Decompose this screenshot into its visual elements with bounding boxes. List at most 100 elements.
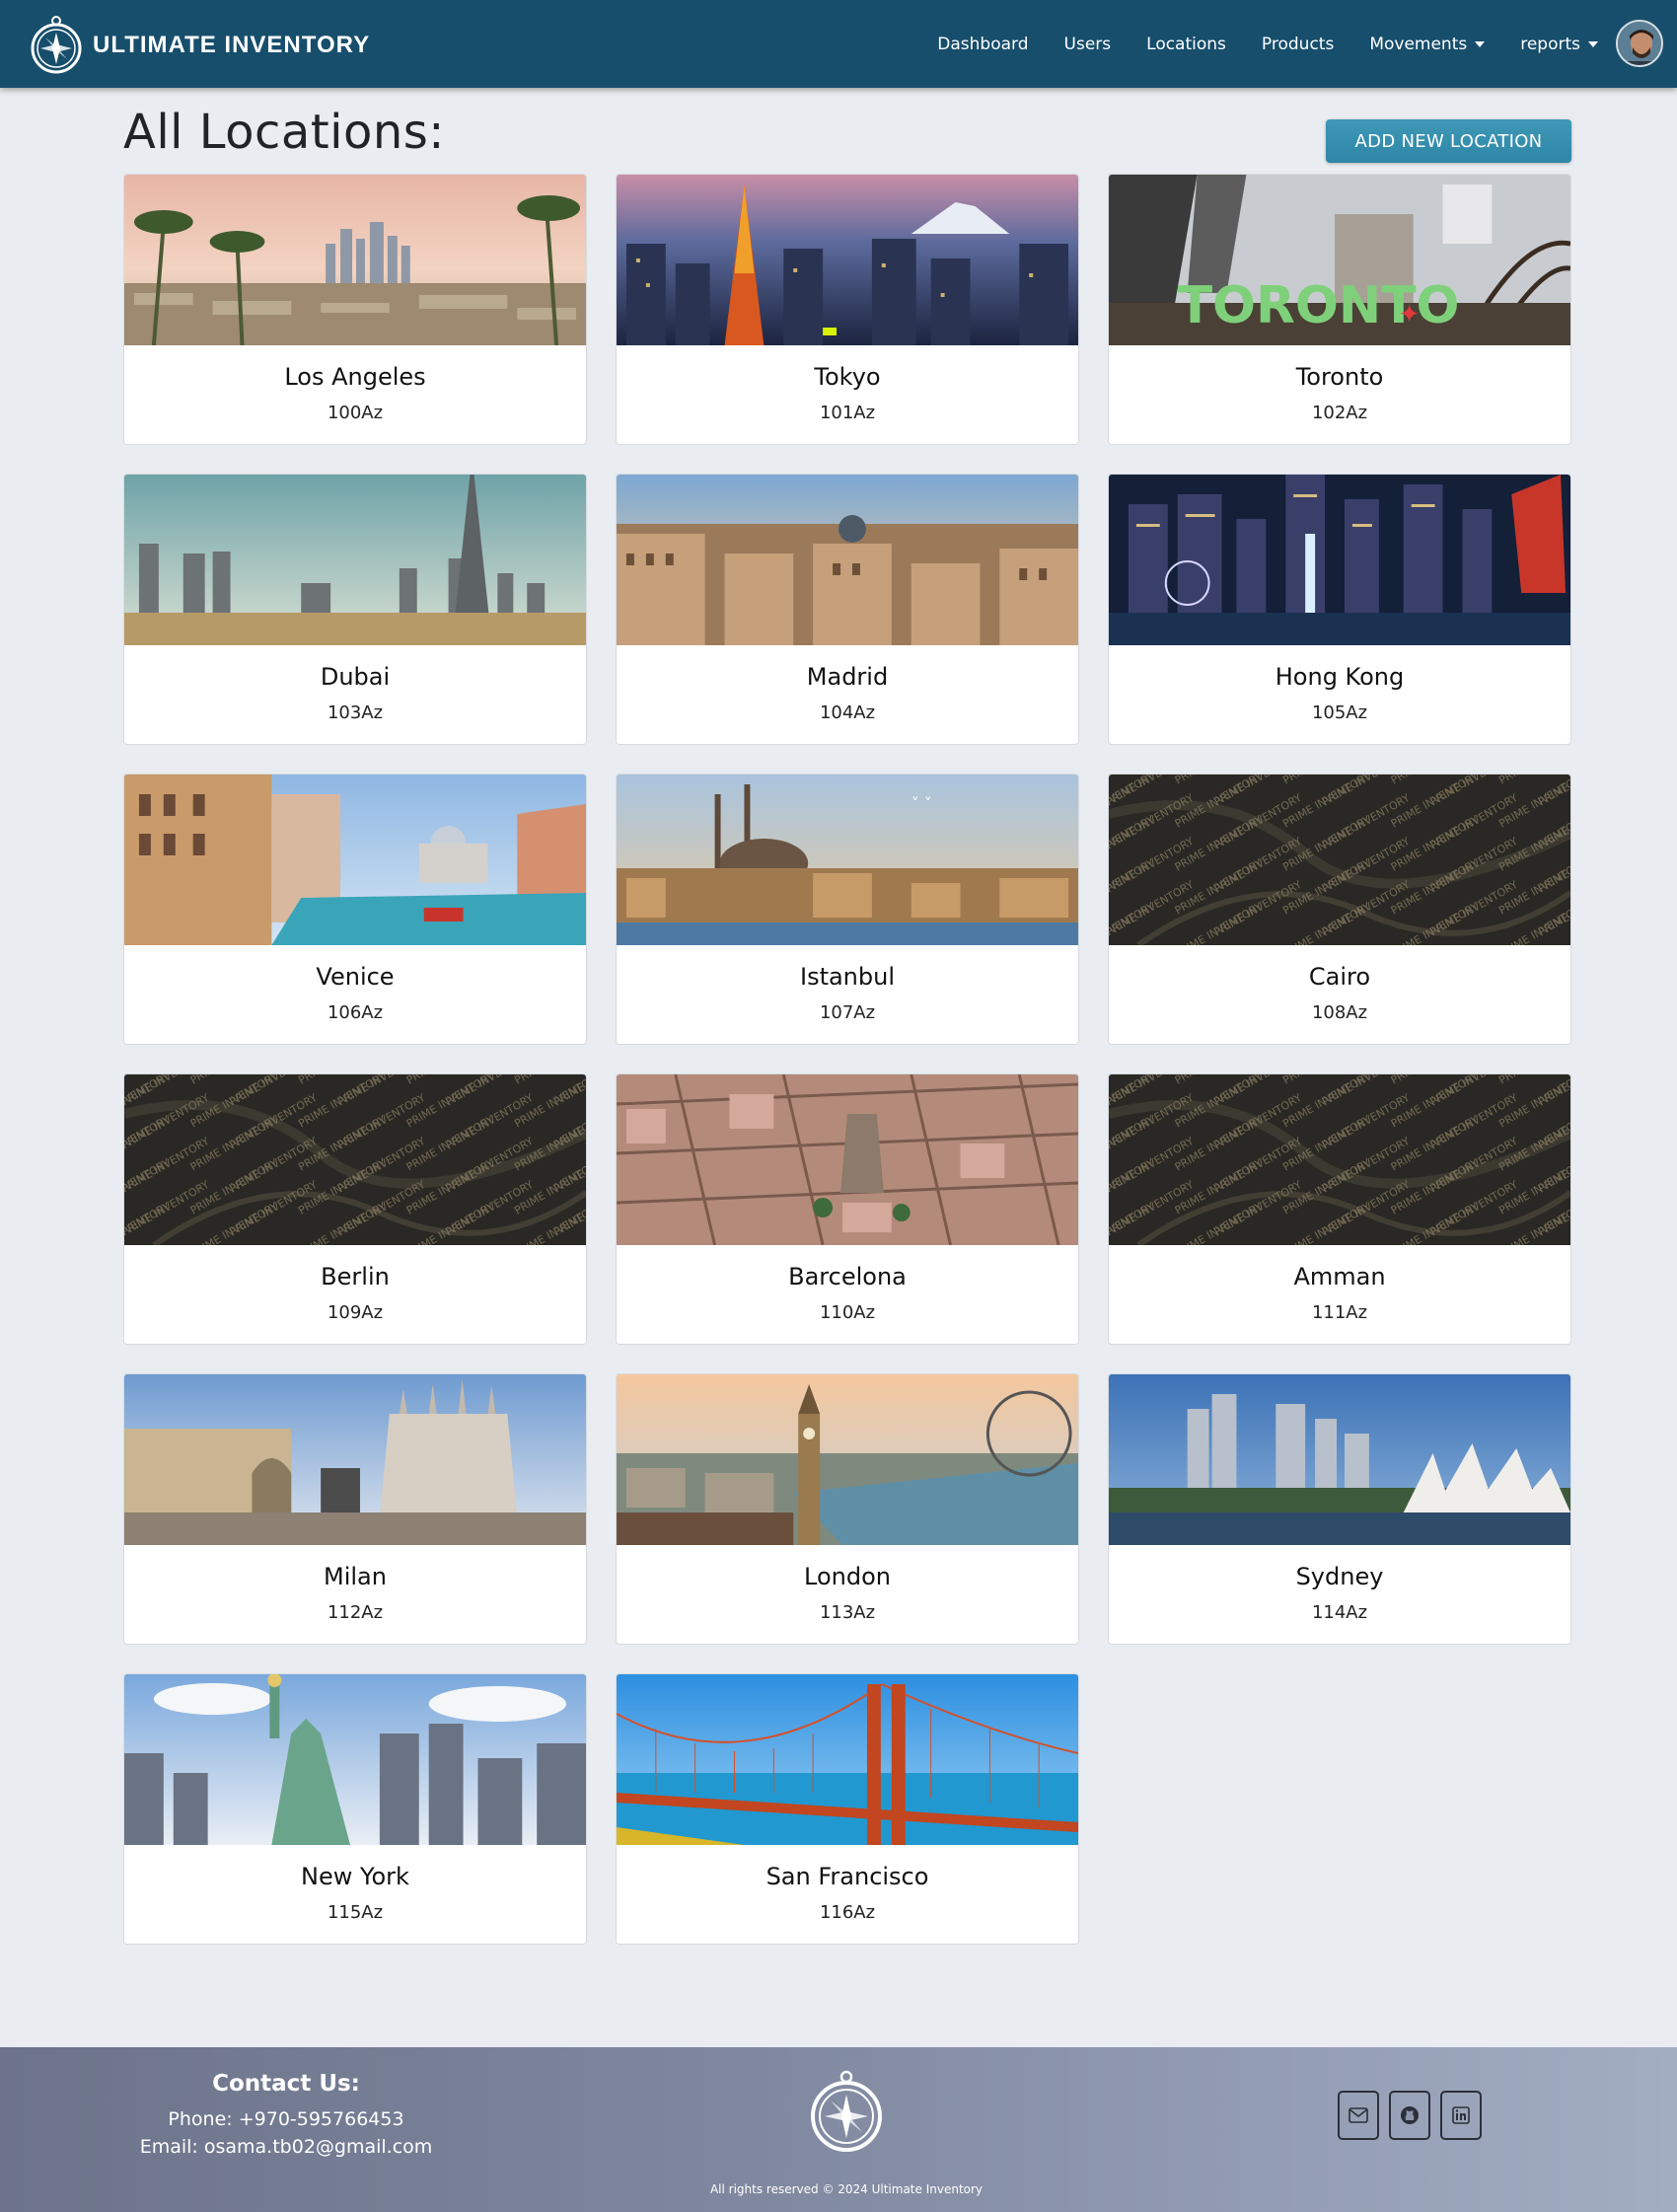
location-image — [617, 175, 1078, 345]
avatar-photo-icon — [1618, 22, 1661, 65]
nav-movements-dropdown[interactable]: Movements — [1369, 34, 1486, 54]
venice-canal-image — [124, 774, 586, 945]
location-card[interactable]: Madrid 104Az — [616, 474, 1079, 745]
statue-of-liberty-image — [124, 1674, 586, 1845]
location-card[interactable]: PRIME INVENTORYPRIME INVENTORYPRIME INVE… — [1108, 1073, 1571, 1345]
placeholder-pattern-image: PRIME INVENTORYPRIME INVENTORYPRIME INVE… — [1109, 774, 1570, 945]
location-name: Venice — [316, 963, 395, 991]
nav-dashboard-label: Dashboard — [937, 34, 1029, 54]
location-name: Hong Kong — [1275, 663, 1405, 691]
sydney-opera-house-image — [1109, 1374, 1570, 1545]
location-image: PRIME INVENTORYPRIME INVENTORYPRIME INVE… — [1109, 774, 1570, 945]
location-code: 115Az — [327, 1902, 384, 1923]
nav-reports-dropdown[interactable]: reports — [1520, 35, 1598, 54]
location-name: New York — [301, 1863, 409, 1890]
nav-products[interactable]: Products — [1262, 35, 1334, 54]
nav-movements-label: Movements — [1369, 34, 1468, 54]
location-card[interactable]: Tokyo 101Az — [616, 174, 1079, 445]
nav-users-label: Users — [1063, 34, 1112, 54]
location-name: London — [804, 1563, 891, 1590]
location-code: 104Az — [819, 702, 876, 723]
location-card[interactable]: Hong Kong 105Az — [1108, 474, 1571, 745]
linkedin-link-button[interactable] — [1440, 2091, 1482, 2140]
location-name: Berlin — [321, 1263, 390, 1290]
caret-down-icon — [1588, 40, 1598, 47]
london-big-ben-image — [617, 1374, 1078, 1545]
location-card[interactable]: Barcelona 110Az — [616, 1073, 1079, 1345]
add-new-location-button[interactable]: ADD NEW LOCATION — [1326, 119, 1571, 163]
dubai-skyline-image — [124, 475, 586, 645]
location-card[interactable]: TORONTO ✦ Toronto 102Az — [1108, 174, 1571, 445]
location-card[interactable]: London 113Az — [616, 1373, 1079, 1645]
compass-logo-icon — [31, 16, 82, 74]
top-navbar: ULTIMATE INVENTORY Dashboard Users Locat… — [0, 0, 1677, 88]
location-card[interactable]: ˅ ˅ Istanbul 107Az — [616, 774, 1079, 1045]
social-links — [1338, 2091, 1492, 2140]
location-code: 100Az — [327, 403, 384, 423]
location-card[interactable]: Venice 106Az — [123, 774, 587, 1045]
github-icon — [1401, 2106, 1419, 2124]
location-name: Toronto — [1295, 363, 1384, 391]
toronto-sign-image: TORONTO ✦ — [1109, 175, 1570, 345]
location-image — [124, 774, 586, 945]
contact-phone: Phone: +970-595766453 — [168, 2108, 404, 2130]
location-image — [617, 1374, 1078, 1545]
location-code: 108Az — [1311, 1002, 1368, 1023]
location-code: 109Az — [327, 1302, 384, 1323]
location-card[interactable]: Los Angeles 100Az — [123, 174, 587, 445]
placeholder-pattern-image: PRIME INVENTORYPRIME INVENTORYPRIME INVE… — [124, 1074, 586, 1245]
user-avatar[interactable] — [1616, 20, 1663, 67]
location-code: 110Az — [819, 1302, 876, 1323]
location-image — [124, 1674, 586, 1845]
location-image — [1109, 1374, 1570, 1545]
copyright-text: All rights reserved © 2024 Ultimate Inve… — [709, 2182, 984, 2196]
linkedin-icon — [1452, 2106, 1470, 2124]
location-name: Dubai — [320, 663, 391, 691]
github-link-button[interactable] — [1389, 2091, 1430, 2140]
location-name: Cairo — [1308, 963, 1371, 991]
location-code: 101Az — [819, 403, 876, 423]
location-card[interactable]: Milan 112Az — [123, 1373, 587, 1645]
contact-email: Email: osama.tb02@gmail.com — [139, 2136, 433, 2158]
email-link-button[interactable] — [1338, 2091, 1379, 2140]
location-name: San Francisco — [766, 1863, 929, 1890]
nav-dashboard[interactable]: Dashboard — [937, 35, 1028, 54]
location-image — [617, 475, 1078, 645]
location-image — [124, 175, 586, 345]
nav-locations-label: Locations — [1146, 34, 1226, 54]
location-code: 111Az — [1311, 1302, 1368, 1323]
location-card[interactable]: San Francisco 116Az — [616, 1673, 1079, 1945]
mail-icon — [1349, 2107, 1368, 2123]
location-image — [124, 1374, 586, 1545]
placeholder-pattern-image: PRIME INVENTORYPRIME INVENTORYPRIME INVE… — [1109, 1074, 1570, 1245]
nav-locations[interactable]: Locations — [1146, 35, 1226, 54]
contact-block: Contact Us: Phone: +970-595766453 Email:… — [99, 2071, 474, 2164]
location-name: Los Angeles — [284, 363, 426, 391]
location-name: Milan — [324, 1563, 387, 1590]
istanbul-mosques-image: ˅ ˅ — [617, 774, 1078, 945]
location-image: TORONTO ✦ — [1109, 175, 1570, 345]
location-code: 116Az — [819, 1902, 876, 1923]
location-card[interactable]: PRIME INVENTORYPRIME INVENTORYPRIME INVE… — [123, 1073, 587, 1345]
nav-users[interactable]: Users — [1064, 35, 1112, 54]
location-image — [617, 1674, 1078, 1845]
svg-text:˅ ˅: ˅ ˅ — [911, 794, 932, 813]
location-image — [617, 1074, 1078, 1245]
nav-menu: Dashboard Users Locations Products Movem… — [902, 0, 1598, 88]
golden-gate-bridge-image — [617, 1674, 1078, 1845]
brand-link[interactable]: ULTIMATE INVENTORY — [30, 13, 370, 74]
location-name: Sydney — [1295, 1563, 1384, 1590]
location-card[interactable]: Dubai 103Az — [123, 474, 587, 745]
caret-down-icon — [1475, 40, 1486, 47]
location-card[interactable]: PRIME INVENTORYPRIME INVENTORYPRIME INVE… — [1108, 774, 1571, 1045]
location-name: Istanbul — [799, 963, 896, 991]
location-name: Tokyo — [814, 363, 881, 391]
contact-title: Contact Us: — [212, 2071, 360, 2097]
location-code: 106Az — [327, 1002, 384, 1023]
hong-kong-night-harbor-image — [1109, 475, 1570, 645]
location-image: ˅ ˅ — [617, 774, 1078, 945]
location-card[interactable]: New York 115Az — [123, 1673, 587, 1945]
location-card[interactable]: Sydney 114Az — [1108, 1373, 1571, 1645]
location-image: PRIME INVENTORYPRIME INVENTORYPRIME INVE… — [1109, 1074, 1570, 1245]
brand-name: ULTIMATE INVENTORY — [93, 32, 371, 58]
